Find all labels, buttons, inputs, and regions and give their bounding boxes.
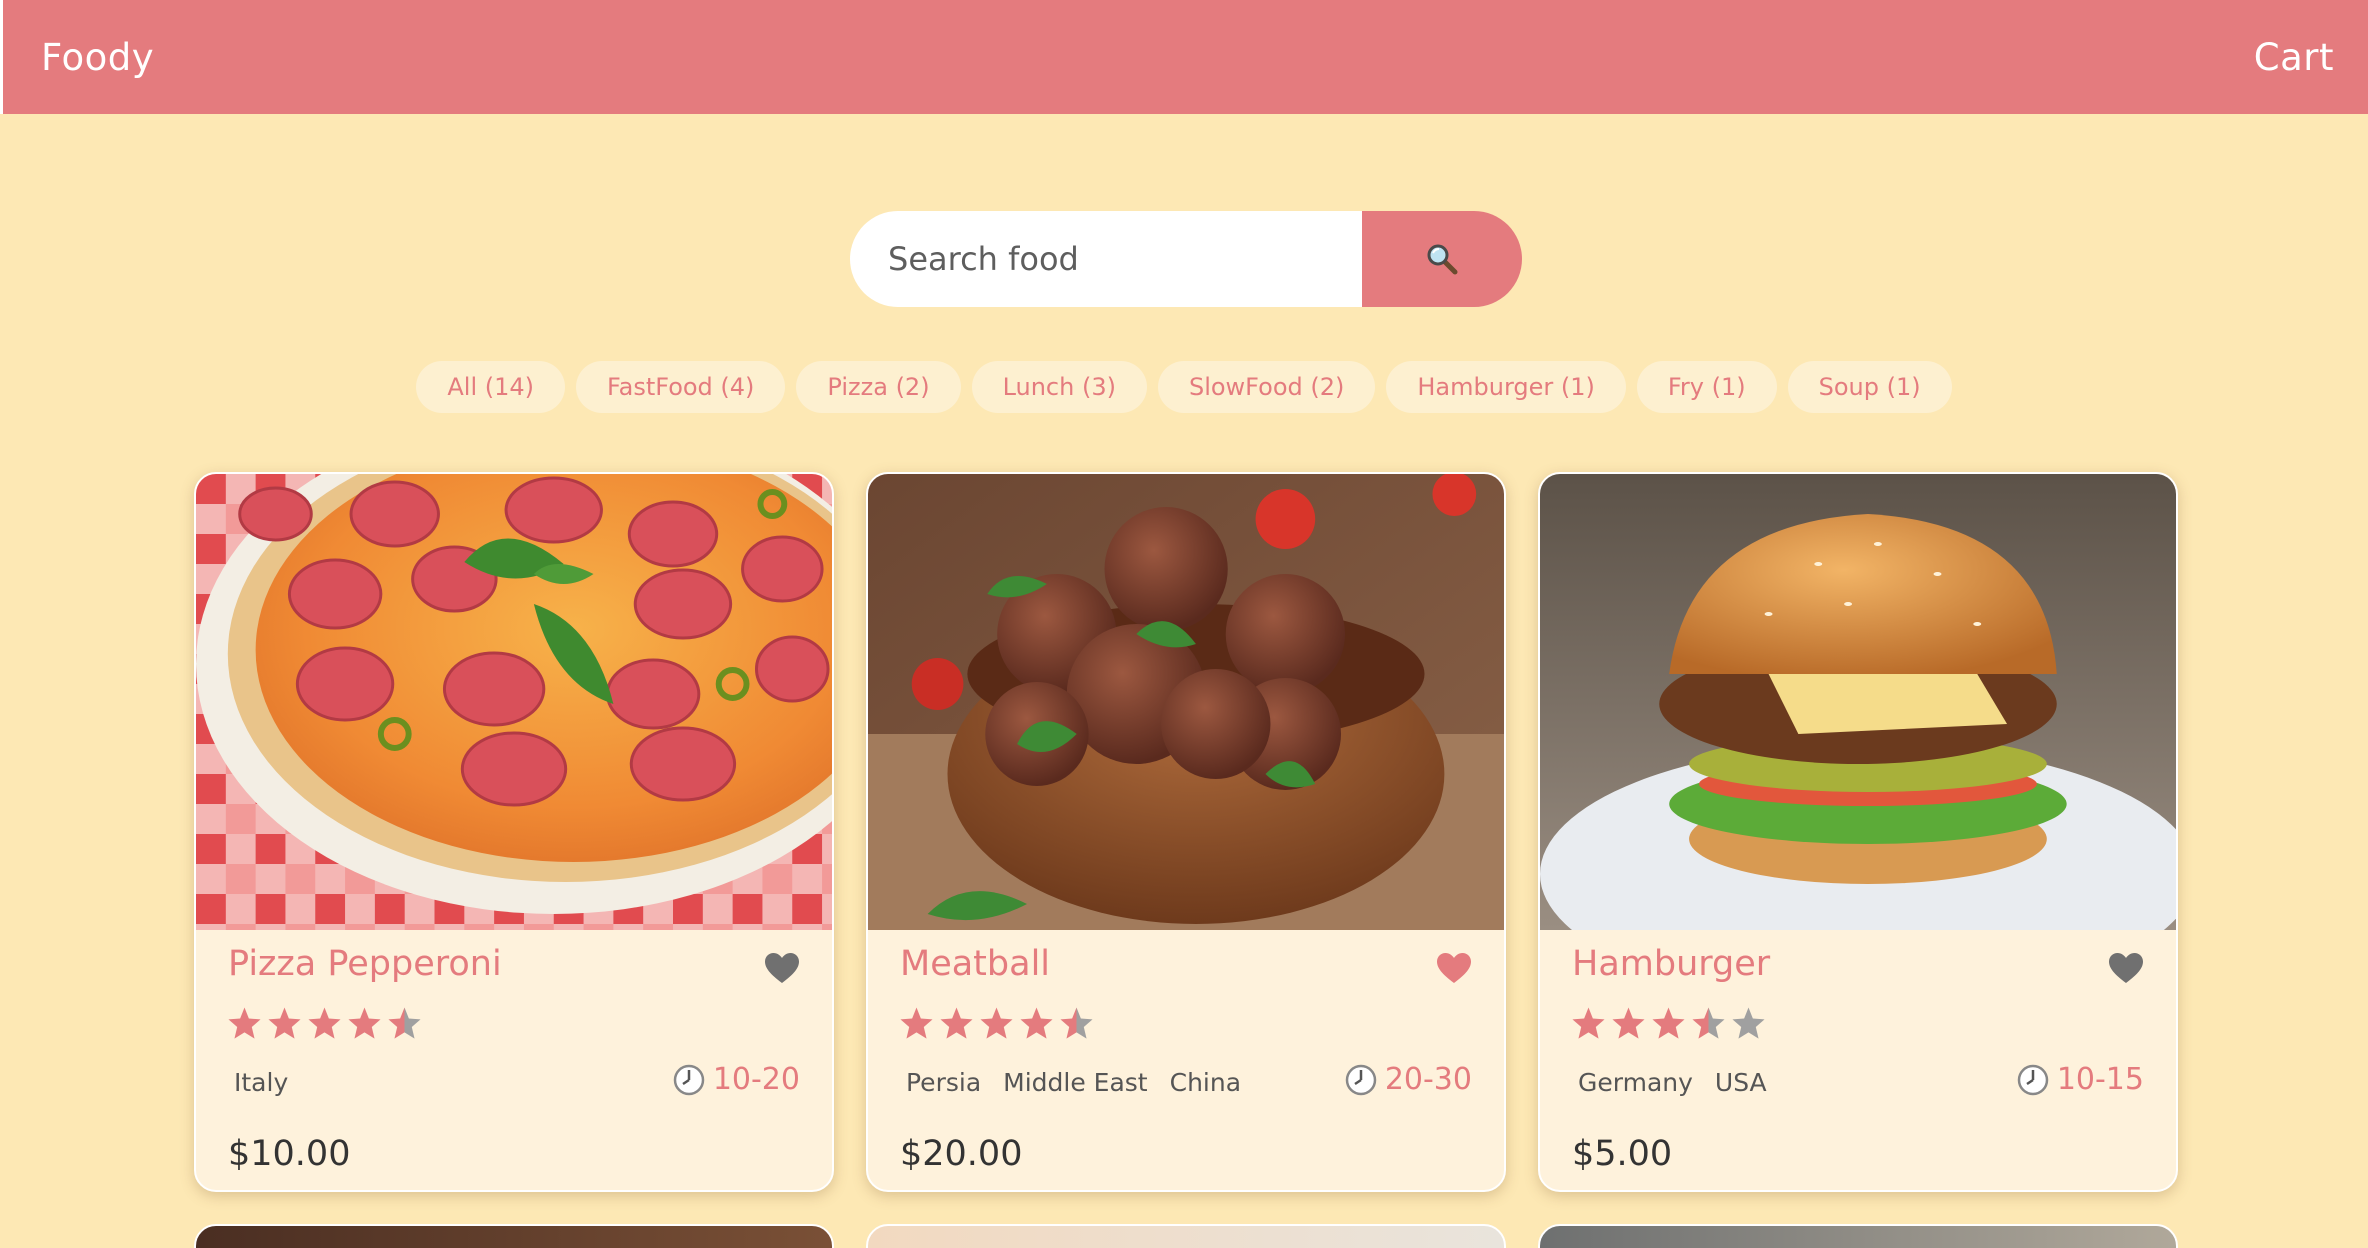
food-card-peek[interactable] <box>866 1224 1506 1248</box>
origin-list: Germany USA <box>1578 1068 1767 1097</box>
star-icon <box>1060 1007 1093 1039</box>
clock-icon <box>673 1064 705 1095</box>
star-icon <box>1732 1007 1765 1039</box>
star-icon <box>940 1007 973 1039</box>
cook-time-text: 20-30 <box>1384 1062 1472 1097</box>
hamburger-photo <box>1540 474 2176 930</box>
clock-icon <box>2017 1064 2049 1095</box>
tag-chip[interactable]: Lunch (3) <box>971 361 1147 413</box>
tag-chip[interactable]: FastFood (4) <box>576 361 786 413</box>
origin-tag: China <box>1169 1068 1242 1097</box>
food-card[interactable]: Hamburger Germany USA 10-15 $5.00 <box>1538 472 2178 1192</box>
tag-chip[interactable]: Hamburger (1) <box>1386 361 1626 413</box>
origin-list: Italy <box>234 1068 288 1097</box>
star-icon <box>308 1007 341 1039</box>
star-rating <box>227 1006 422 1041</box>
star-icon <box>388 1007 421 1039</box>
page: Foody Cart All (14)FastFood (4)Pizza (2)… <box>0 0 2368 1248</box>
heart-icon[interactable] <box>764 952 800 984</box>
origin-tag: USA <box>1714 1068 1767 1097</box>
meatball-photo <box>868 474 1504 930</box>
food-price: $5.00 <box>1572 1134 1673 1174</box>
food-name[interactable]: Pizza Pepperoni <box>228 944 502 984</box>
pizza-pepperoni-photo <box>196 474 832 930</box>
star-icon <box>1652 1007 1685 1039</box>
star-icon <box>1572 1007 1605 1039</box>
heart-icon[interactable] <box>1436 952 1472 984</box>
search-input[interactable] <box>850 211 1362 307</box>
food-price: $10.00 <box>228 1134 351 1174</box>
origin-tag: Germany <box>1578 1068 1693 1097</box>
origin-list: Persia Middle East China <box>906 1068 1241 1097</box>
cart-link[interactable]: Cart <box>2254 36 2334 79</box>
tag-chip[interactable]: Fry (1) <box>1636 361 1777 413</box>
clock-icon <box>1345 1064 1377 1095</box>
star-icon <box>980 1007 1013 1039</box>
magnifier-icon <box>1427 244 1458 275</box>
star-icon <box>1692 1007 1725 1039</box>
food-name[interactable]: Meatball <box>900 944 1050 984</box>
origin-tag: Persia <box>906 1068 982 1097</box>
star-rating <box>899 1006 1094 1041</box>
food-card-peek[interactable] <box>1538 1224 2178 1248</box>
food-name[interactable]: Hamburger <box>1572 944 1770 984</box>
cook-time: 10-15 <box>2017 1062 2144 1097</box>
star-icon <box>900 1007 933 1039</box>
star-icon <box>228 1007 261 1039</box>
top-navbar: Foody Cart <box>0 0 2368 114</box>
star-icon <box>348 1007 381 1039</box>
star-icon <box>1020 1007 1053 1039</box>
tag-chip[interactable]: Soup (1) <box>1787 361 1952 413</box>
food-card-body: Pizza Pepperoni Italy 10-20 $10.00 <box>196 930 832 1190</box>
star-icon <box>1612 1007 1645 1039</box>
tag-chip[interactable]: Pizza (2) <box>796 361 961 413</box>
food-card[interactable]: Pizza Pepperoni Italy 10-20 $10.00 <box>194 472 834 1192</box>
search-button[interactable] <box>1362 211 1522 307</box>
cook-time-text: 10-20 <box>712 1062 800 1097</box>
tag-chip[interactable]: All (14) <box>416 361 566 413</box>
cook-time: 10-20 <box>673 1062 800 1097</box>
cook-time: 20-30 <box>1345 1062 1472 1097</box>
brand-logo[interactable]: Foody <box>41 36 154 79</box>
food-card-body: Hamburger Germany USA 10-15 $5.00 <box>1540 930 2176 1190</box>
star-rating <box>1571 1006 1766 1041</box>
tag-chip[interactable]: SlowFood (2) <box>1157 361 1376 413</box>
tag-filter-list: All (14) FastFood (4) Pizza (2) Lunch (3) Sl… <box>0 361 2368 413</box>
cook-time-text: 10-15 <box>2056 1062 2144 1097</box>
food-card[interactable]: Meatball Persia Middle East China 20-30 $2… <box>866 472 1506 1192</box>
origin-tag: Italy <box>234 1068 289 1097</box>
heart-icon[interactable] <box>2108 952 2144 984</box>
star-icon <box>268 1007 301 1039</box>
food-card-peek[interactable] <box>194 1224 834 1248</box>
origin-tag: Middle East <box>1003 1068 1148 1097</box>
search-bar <box>850 211 1522 307</box>
food-card-body: Meatball Persia Middle East China 20-30 $2… <box>868 930 1504 1190</box>
food-price: $20.00 <box>900 1134 1023 1174</box>
